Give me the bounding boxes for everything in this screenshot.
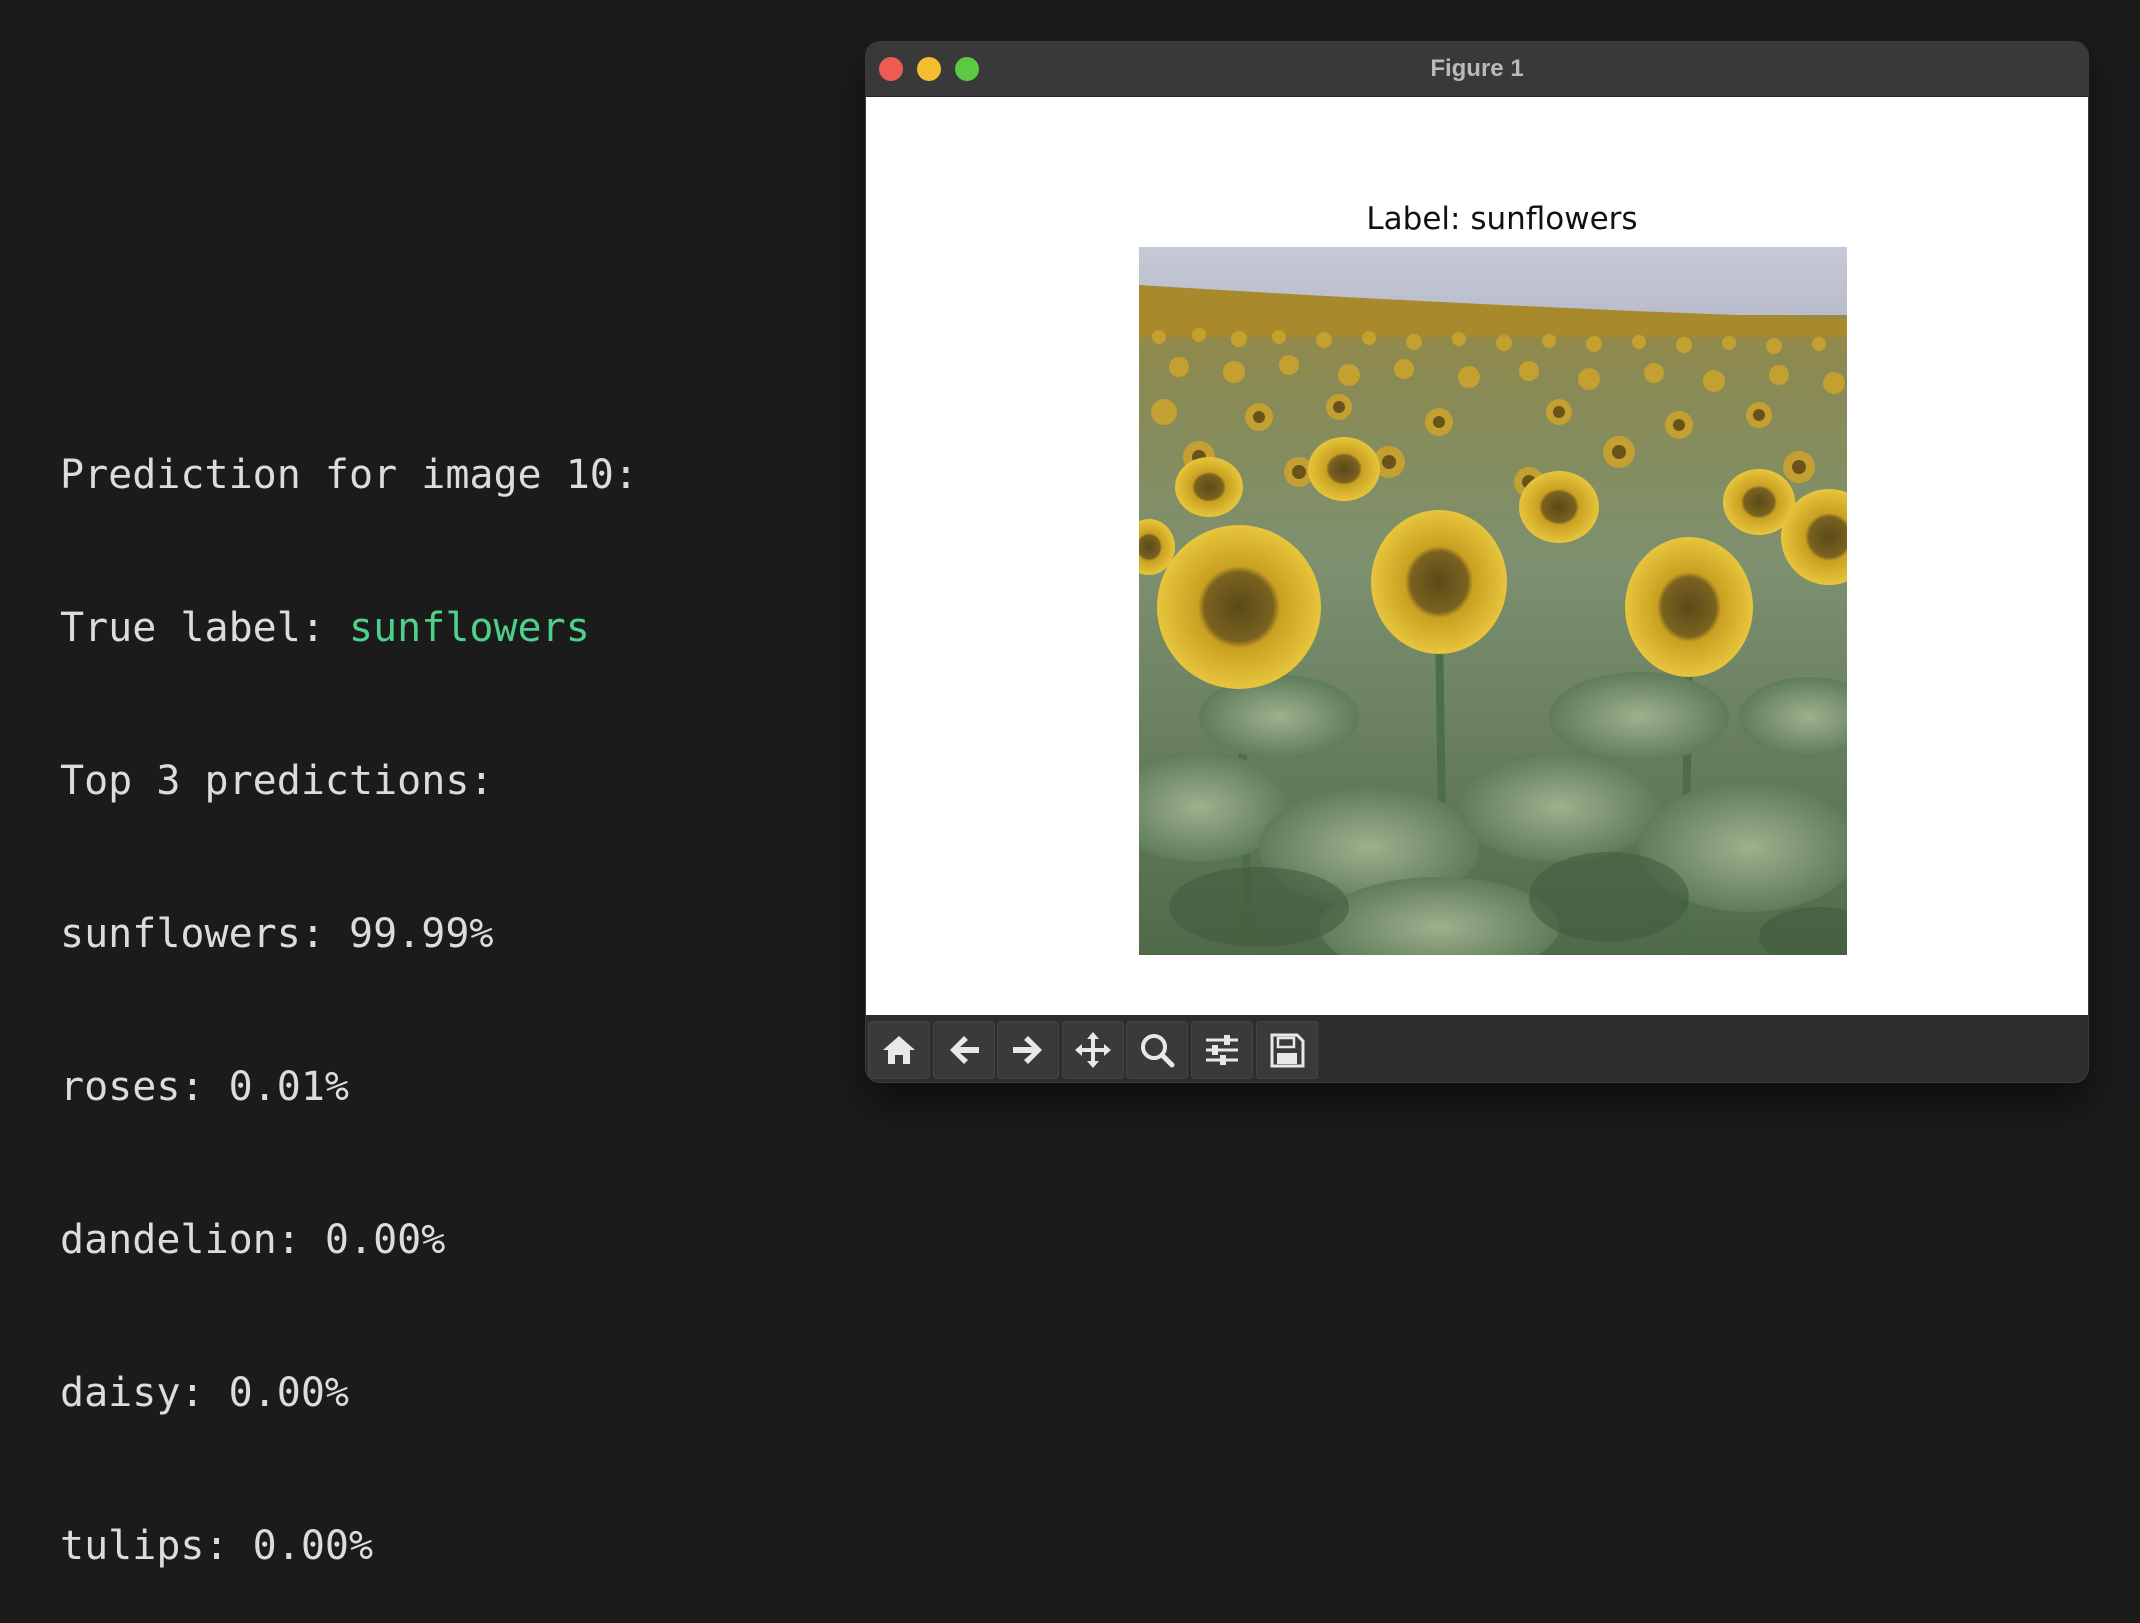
sunflower-field-image (1139, 247, 1847, 955)
prediction-line: daisy: 0.00% (60, 1370, 349, 1416)
navigation-toolbar (866, 1015, 2088, 1082)
forward-arrow-icon (1013, 1036, 1042, 1064)
forward-button[interactable] (997, 1021, 1059, 1079)
save-icon (1270, 1033, 1305, 1068)
back-arrow-icon (950, 1036, 979, 1064)
back-button[interactable] (933, 1021, 995, 1079)
prediction-heading: Prediction for image 10: (60, 452, 638, 498)
terminal-output: Prediction for image 10: True label: sun… (60, 348, 638, 1623)
pan-button[interactable] (1062, 1021, 1124, 1079)
true-label-line: True label: sunflowers (60, 603, 638, 654)
prediction-line: dandelion: 0.00% (60, 1217, 446, 1263)
home-button[interactable] (868, 1021, 930, 1079)
configure-subplots-icon (1206, 1035, 1238, 1065)
prediction-line: tulips: 0.00% (60, 1523, 374, 1569)
top-predictions-heading: Top 3 predictions: (60, 758, 494, 804)
true-label-prefix: True label: (60, 605, 349, 651)
figure-canvas[interactable]: Label: sunflowers (866, 97, 2088, 1015)
zoom-button[interactable] (1126, 1021, 1188, 1079)
sunflower-field-picture (1139, 247, 1847, 955)
title-bar[interactable]: Figure 1 (866, 42, 2088, 97)
save-button[interactable] (1256, 1021, 1318, 1079)
home-icon (883, 1036, 915, 1064)
axes-title: Label: sunflowers (1366, 201, 1638, 237)
configure-subplots-button[interactable] (1191, 1021, 1253, 1079)
zoom-icon (1141, 1034, 1175, 1068)
figure-window: Figure 1 Label: sunflowers (866, 42, 2088, 1082)
true-label-value: sunflowers (348, 605, 590, 651)
window-title: Figure 1 (1430, 55, 1524, 82)
pan-icon (1075, 1032, 1111, 1068)
prediction-line: sunflowers: 99.99% (60, 911, 494, 957)
prediction-line: roses: 0.01% (60, 1064, 349, 1110)
